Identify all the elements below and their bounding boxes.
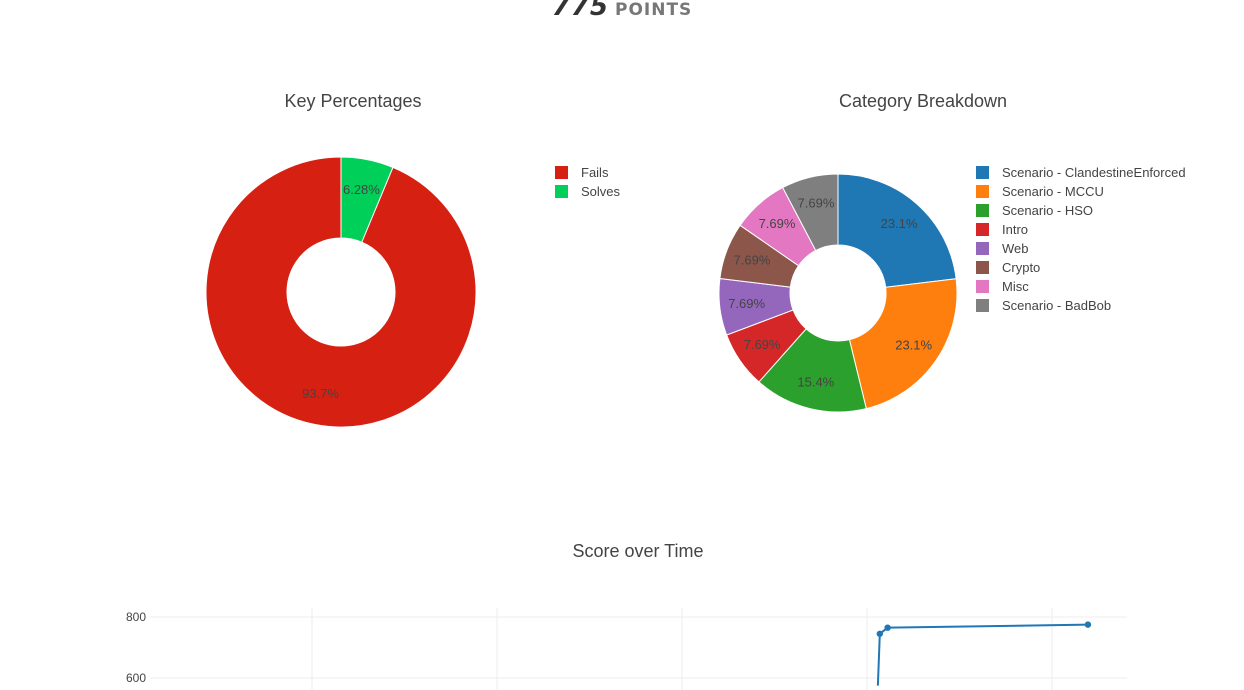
- legend-label[interactable]: Fails: [581, 165, 609, 180]
- chart-title-key-percentages: Key Percentages: [284, 91, 422, 111]
- line-chart-score-over-time: 600 800: [126, 608, 1127, 690]
- legend-label[interactable]: Solves: [581, 184, 620, 199]
- legend-swatch[interactable]: [976, 166, 989, 179]
- legend-swatch[interactable]: [976, 242, 989, 255]
- legend-label[interactable]: Scenario - HSO: [1002, 203, 1093, 218]
- data-point[interactable]: [876, 630, 884, 637]
- slice-label: 7.69%: [728, 296, 765, 311]
- score-line: [876, 623, 1088, 686]
- slice-label: 7.69%: [759, 216, 796, 231]
- pie-chart-category-breakdown: 23.1%23.1%15.4%7.69%7.69%7.69%7.69%7.69%…: [718, 165, 1186, 413]
- legend-label[interactable]: Scenario - BadBob: [1002, 298, 1111, 313]
- points-value: 775: [551, 0, 609, 22]
- legend-swatch[interactable]: [976, 185, 989, 198]
- legend-swatch[interactable]: [555, 166, 568, 179]
- slice-label: 23.1%: [881, 216, 918, 231]
- legend-label[interactable]: Scenario - MCCU: [1002, 184, 1104, 199]
- slice-label: 7.69%: [798, 196, 835, 211]
- legend-label[interactable]: Intro: [1002, 222, 1028, 237]
- y-tick-label: 800: [126, 610, 146, 624]
- slice-label: 23.1%: [895, 337, 932, 352]
- slice-label: 6.28%: [343, 182, 380, 197]
- legend-label[interactable]: Misc: [1002, 279, 1029, 294]
- legend-swatch[interactable]: [976, 299, 989, 312]
- data-point[interactable]: [884, 624, 891, 631]
- legend-swatch[interactable]: [976, 280, 989, 293]
- slice-label: 93.7%: [302, 386, 339, 401]
- legend-swatch[interactable]: [976, 261, 989, 274]
- pie-chart-key-percentages: 93.7% 6.28% Fails Solves: [205, 156, 620, 428]
- legend-label[interactable]: Scenario - ClandestineEnforced: [1002, 165, 1186, 180]
- legend-swatch[interactable]: [555, 185, 568, 198]
- chart-title-category-breakdown: Category Breakdown: [838, 91, 1008, 111]
- legend-label[interactable]: Crypto: [1002, 260, 1040, 275]
- legend-label[interactable]: Web: [1002, 241, 1029, 256]
- slice-label: 15.4%: [797, 374, 834, 389]
- y-tick-label: 600: [126, 671, 146, 685]
- chart-title-score-over-time: Score over Time: [572, 541, 704, 561]
- slice-label: 7.69%: [734, 252, 771, 267]
- legend-swatch[interactable]: [976, 204, 989, 217]
- legend-swatch[interactable]: [976, 223, 989, 236]
- points-label: POINTS: [614, 0, 693, 20]
- slice-label: 7.69%: [744, 337, 781, 352]
- data-point[interactable]: [1084, 621, 1092, 628]
